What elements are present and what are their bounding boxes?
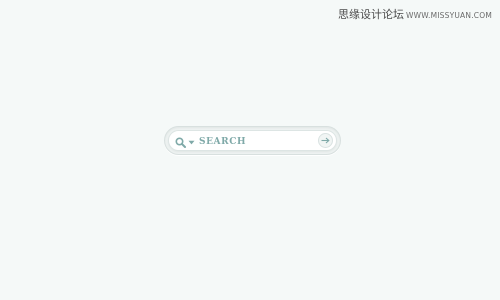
search-field-container [168, 130, 337, 151]
arrow-right-icon [321, 137, 330, 144]
search-input[interactable] [199, 133, 311, 151]
search-bar [164, 126, 341, 155]
watermark-brand: 思缘设计论坛 [338, 8, 405, 21]
search-submit-button[interactable] [318, 133, 333, 148]
watermark-url: WWW.MISSYUAN.COM [406, 11, 492, 20]
chevron-down-icon [188, 140, 195, 144]
search-options-button[interactable] [175, 135, 195, 149]
search-icon [175, 136, 186, 148]
watermark: 思缘设计论坛 WWW.MISSYUAN.COM [338, 6, 492, 22]
